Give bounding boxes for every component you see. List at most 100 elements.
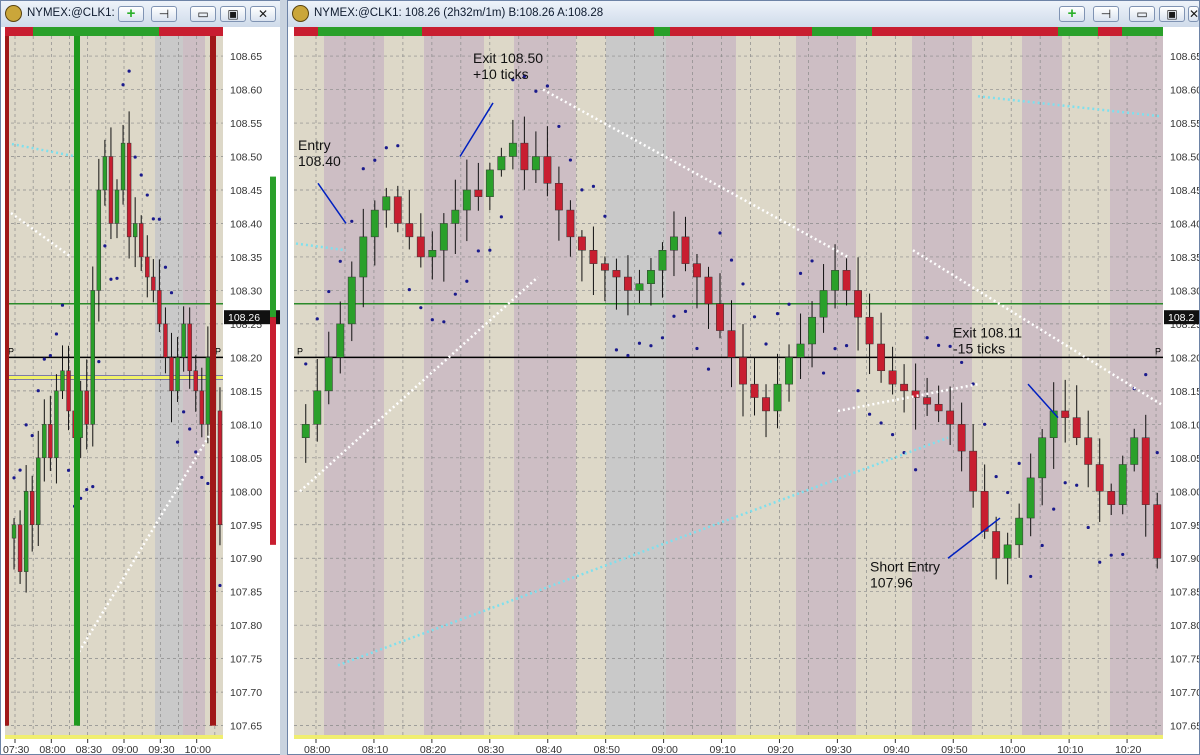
sar-dot [534, 89, 538, 93]
y-tick-label: 107.75 [1170, 654, 1200, 666]
time-label: 08:30 [76, 744, 102, 755]
background-band [105, 36, 155, 739]
sar-dot [430, 318, 434, 322]
candle-down [157, 290, 162, 325]
sar-dot [545, 84, 549, 88]
time-label: 08:00 [304, 744, 330, 755]
sar-dot [169, 291, 174, 295]
pivot-label-right: P [1155, 346, 1161, 356]
sar-dot [12, 476, 16, 480]
sar-dot [741, 282, 745, 286]
y-tick-label: 108.15 [230, 386, 262, 398]
candle-down [888, 370, 897, 385]
session-bar-segment [318, 27, 422, 36]
candle-down [1072, 417, 1081, 438]
candle-down [1061, 410, 1070, 418]
time-label: 09:00 [652, 744, 678, 755]
pin-icon[interactable]: ⊣ [1093, 6, 1119, 22]
y-tick-label: 108.35 [1170, 252, 1200, 264]
sar-dot [637, 341, 642, 345]
candle-up [1003, 544, 1012, 559]
candle-down [416, 236, 425, 258]
candle-down [923, 397, 932, 405]
candle-up [347, 276, 356, 325]
sar-dot [1052, 507, 1056, 511]
sar-dot [60, 303, 65, 307]
session-bar-segment [294, 27, 318, 36]
candle-down [693, 263, 701, 278]
candle-up [508, 142, 517, 157]
candle-up [36, 457, 41, 526]
sar-dot [175, 440, 180, 444]
y-tick-label: 108.55 [230, 118, 262, 130]
background-band [796, 36, 856, 739]
candle-up [439, 223, 448, 251]
close-icon[interactable]: ✕ [1188, 6, 1199, 22]
time-label: 07:30 [3, 744, 29, 755]
candle-up [808, 316, 816, 345]
time-label: 09:00 [112, 744, 138, 755]
sar-dot [145, 193, 149, 197]
y-tick-label: 108.35 [230, 252, 262, 264]
candle-up [23, 491, 29, 572]
candle-up [205, 357, 211, 425]
sar-dot [91, 485, 95, 489]
candle-up [54, 390, 59, 459]
candle-down [865, 316, 874, 345]
sar-dot [315, 317, 319, 321]
candle-down [1095, 464, 1104, 492]
y-tick-label: 108.40 [230, 218, 262, 230]
sar-dot [36, 389, 40, 393]
y-tick-label: 108.50 [1170, 152, 1200, 164]
maximize-icon[interactable]: ▣ [220, 6, 246, 22]
left-price-chart[interactable]: 108.65 108.60 108.55 108.50 108.45 108.40 108.… [1, 27, 281, 755]
right-chart-window[interactable]: NYMEX:@CLK1: 108.26 (2h32m/1m) B:108.26 … [287, 0, 1200, 755]
candle-up [647, 270, 655, 284]
y-tick-label: 107.85 [230, 587, 262, 599]
minimize-icon[interactable]: ▭ [1129, 6, 1155, 22]
plus-icon[interactable]: + [1059, 6, 1085, 22]
background-band [424, 36, 484, 739]
sar-dot [24, 423, 28, 427]
pin-icon[interactable]: ⊣ [151, 6, 177, 22]
session-bar-segment [1098, 27, 1122, 36]
session-bar-segment [159, 27, 223, 36]
y-tick-label: 107.80 [1170, 620, 1200, 632]
right-price-chart[interactable]: 108.65 108.60 108.55 108.50 108.45 108.40 108.… [288, 27, 1200, 755]
background-band [1110, 36, 1163, 739]
sar-dot [488, 248, 492, 252]
sar-dot [109, 277, 113, 281]
left-titlebar[interactable]: NYMEX:@CLK1: + ⊣ ▭ ▣ ✕ [1, 1, 280, 28]
sar-dot [151, 217, 155, 221]
sar-dot [557, 124, 561, 129]
price-tag-label: 108.26 [228, 312, 260, 324]
candle-up [773, 383, 782, 412]
right-titlebar[interactable]: NYMEX:@CLK1: 108.26 (2h32m/1m) B:108.26 … [288, 1, 1199, 28]
candle-up [635, 283, 644, 291]
candle-up [60, 370, 65, 392]
left-chart-window[interactable]: NYMEX:@CLK1: + ⊣ ▭ ▣ ✕ 108.65 108.60 108.5… [0, 0, 281, 755]
minimize-icon[interactable]: ▭ [190, 6, 216, 22]
candle-down [30, 491, 35, 526]
plus-icon[interactable]: + [118, 6, 144, 22]
candle-down [126, 142, 132, 238]
sar-dot [764, 342, 768, 346]
candle-up [42, 424, 47, 459]
maximize-icon[interactable]: ▣ [1159, 6, 1185, 22]
sar-dot [327, 289, 331, 294]
candle-up [485, 169, 494, 197]
y-tick-label: 107.95 [1170, 520, 1200, 532]
sar-dot [960, 360, 964, 365]
candle-down [151, 276, 156, 291]
y-tick-label: 108.55 [1170, 118, 1200, 130]
annotation-text: Exit 108.50 [473, 50, 543, 66]
sar-dot [660, 336, 665, 340]
y-tick-label: 107.65 [1170, 721, 1200, 733]
sar-dot [890, 433, 895, 437]
background-band [29, 36, 79, 739]
time-label: 10:00 [185, 744, 211, 755]
time-label: 10:00 [999, 744, 1025, 755]
close-icon[interactable]: ✕ [250, 6, 276, 22]
sar-dot [833, 347, 837, 351]
position-bar-up [270, 176, 276, 318]
